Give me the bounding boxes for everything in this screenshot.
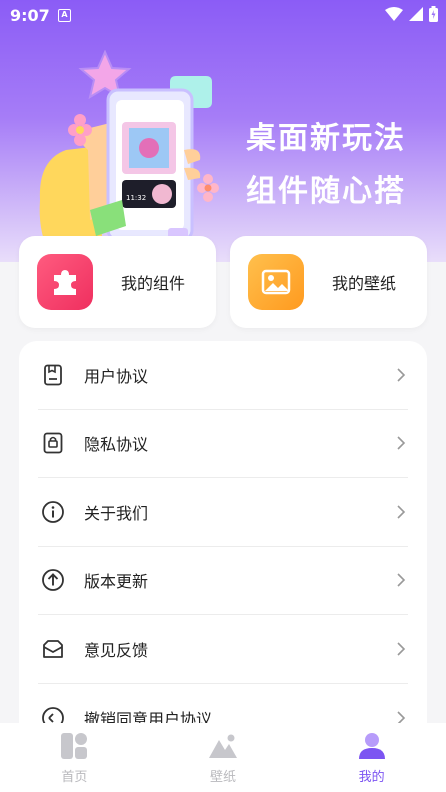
my-wallpapers-card[interactable]: 我的壁纸 [230,236,427,328]
my-widgets-label: 我的组件 [121,274,186,293]
chevron-right-icon [397,436,406,450]
menu-item-privacy-policy[interactable]: 隐私协议 [38,410,408,478]
notification-badge-icon: A [58,9,71,22]
info-icon [40,499,66,525]
menu-item-label: 意见反馈 [84,640,149,660]
menu-item-user-agreement[interactable]: 用户协议 [38,341,408,410]
menu-item-label: 版本更新 [84,572,149,592]
menu-item-label: 隐私协议 [84,435,149,455]
menu-item-feedback[interactable]: 意见反馈 [38,615,408,684]
status-time: 9:07 [10,6,50,25]
status-bar: 9:07 A [0,0,446,32]
lock-document-icon [40,430,66,456]
tab-wallpaper[interactable]: 壁纸 [149,723,298,792]
user-icon [358,733,385,759]
chevron-right-icon [397,642,406,656]
picture-icon [248,254,304,310]
tab-label: 我的 [358,770,385,785]
tab-label: 壁纸 [210,770,237,785]
tab-mine[interactable]: 我的 [297,723,446,792]
document-icon [40,362,66,388]
bottom-tab-bar: 首页 壁纸 我的 [0,723,446,792]
puzzle-icon [37,254,93,310]
chevron-right-icon [397,368,406,382]
slogan-line-2: 组件随心搭 [246,174,406,209]
settings-menu: 用户协议 隐私协议 关于我们 版本更新 意见反馈 撤销同意用户协议 [19,341,427,761]
signal-icon [409,7,423,21]
menu-item-label: 关于我们 [84,503,149,523]
slogan-line-1: 桌面新玩法 [246,121,406,156]
wifi-icon [385,7,403,21]
quick-access-row: 我的组件 我的壁纸 [19,236,427,328]
chevron-right-icon [397,505,406,519]
home-grid-icon [61,733,88,759]
my-widgets-card[interactable]: 我的组件 [19,236,216,328]
my-wallpapers-label: 我的壁纸 [332,274,397,293]
battery-icon [429,6,438,22]
chevron-right-icon [397,573,406,587]
hero-slogan: 桌面新玩法 组件随心搭 [246,112,406,218]
menu-item-label: 用户协议 [84,366,149,386]
tab-label: 首页 [61,770,88,785]
upload-icon [40,567,66,593]
phone-widget-time: 11:32 [126,194,146,202]
status-icons [385,6,438,22]
hero-banner: 9:07 A 11:32 桌面新玩法 组件随心搭 [0,0,446,262]
mail-icon [40,636,66,662]
menu-item-about-us[interactable]: 关于我们 [38,478,408,547]
mountain-icon [209,734,237,758]
phone-hand-illustration: 11:32 [39,50,219,250]
tab-home[interactable]: 首页 [0,723,149,792]
menu-item-version-update[interactable]: 版本更新 [38,547,408,615]
